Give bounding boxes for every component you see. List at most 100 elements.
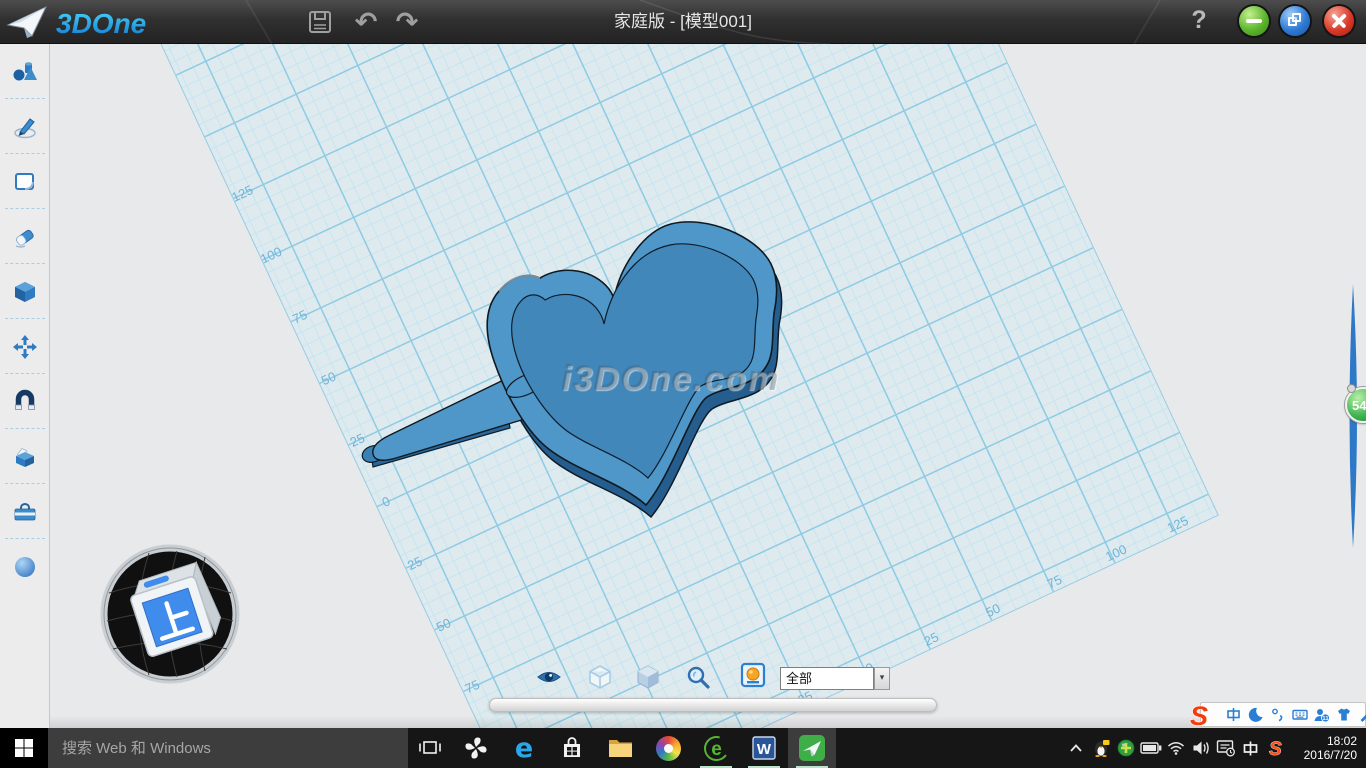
primitives-icon (12, 59, 38, 85)
antivirus-ball-icon (1117, 739, 1135, 757)
notification-icon (1216, 739, 1236, 757)
ime-fullwidth-button[interactable] (1247, 706, 1264, 723)
app-logo: 3DOne (6, 4, 179, 40)
speaker-icon (1192, 740, 1210, 756)
taskbar-search[interactable] (48, 728, 408, 768)
sidebar-tool-sketch[interactable] (0, 99, 50, 154)
restore-button[interactable] (1280, 6, 1310, 36)
taskbar-app-colorful-browser[interactable] (644, 728, 692, 768)
ime-settings-button[interactable] (1357, 706, 1366, 723)
messenger-penguin-icon (1092, 739, 1110, 757)
axis-label: 75 (280, 302, 319, 331)
sidebar-tool-feature[interactable] (0, 264, 50, 319)
task-view-icon (418, 738, 442, 758)
tray-notifications[interactable] (1213, 728, 1238, 768)
axis-label: 125 (223, 179, 262, 208)
tray-battery[interactable] (1138, 728, 1163, 768)
axis-label: 50 (973, 596, 1012, 625)
tool-sidebar (0, 44, 50, 728)
toolbox-icon (12, 499, 38, 525)
sidebar-tool-surface[interactable] (0, 154, 50, 209)
ime-keyboard-button[interactable] (1291, 706, 1308, 723)
view-cube[interactable] (99, 543, 241, 685)
bottom-grip-bar[interactable] (489, 698, 937, 712)
sidebar-tool-primitives[interactable] (0, 44, 50, 99)
save-button[interactable] (303, 7, 337, 37)
taskbar-app-explorer[interactable] (596, 728, 644, 768)
wireframe-display-icon[interactable] (587, 664, 613, 690)
help-button[interactable]: ? (1184, 6, 1214, 38)
tray-sogou[interactable]: S (1263, 728, 1288, 768)
paper-plane-icon (6, 4, 48, 40)
sogou-logo-icon[interactable]: S (1187, 700, 1217, 730)
visibility-eye-icon[interactable] (536, 666, 562, 688)
ime-skin-button[interactable] (1335, 706, 1352, 723)
colorful-ball-icon (656, 736, 681, 761)
svg-text:S: S (1190, 701, 1208, 730)
save-floppy-icon (307, 9, 333, 35)
axis-label: 75 (1035, 567, 1074, 596)
tray-volume[interactable] (1188, 728, 1213, 768)
wifi-icon (1167, 741, 1185, 755)
axis-label: 125 (1158, 510, 1197, 539)
sidebar-tool-assembly[interactable] (0, 374, 50, 429)
ime-punctuation-button[interactable] (1269, 706, 1286, 723)
sidebar-tool-tools[interactable] (0, 484, 50, 539)
title-bar: 3DOne ↶ ↷ 家庭版 - [模型001] ? (0, 0, 1366, 44)
sidebar-tool-combine[interactable] (0, 429, 50, 484)
filter-dropdown[interactable]: 全部 (780, 667, 874, 690)
taskbar-app-green-browser[interactable]: e (692, 728, 740, 768)
store-bag-icon (559, 735, 585, 761)
redo-icon: ↷ (396, 9, 419, 36)
sidebar-tool-special-edit[interactable] (0, 209, 50, 264)
redo-button[interactable]: ↷ (390, 7, 424, 37)
windows-taskbar: e e (0, 728, 1366, 768)
render-filter-icon[interactable] (740, 662, 766, 688)
chevron-up-icon (1069, 743, 1083, 753)
taskbar-app-word[interactable]: W (740, 728, 788, 768)
axis-label: 50 (309, 364, 348, 393)
taskbar-app-3done[interactable] (788, 728, 836, 768)
taskbar-clock[interactable]: 18:02 2016/7/20 (1288, 728, 1366, 768)
axis-label: 75 (453, 672, 492, 701)
filter-dropdown-value: 全部 (786, 671, 812, 686)
svg-text:W: W (757, 741, 772, 758)
cube-icon (12, 279, 38, 305)
sidebar-tool-render[interactable] (0, 539, 50, 594)
filter-dropdown-arrow[interactable]: ▾ (874, 667, 890, 690)
tray-wifi[interactable] (1163, 728, 1188, 768)
axis-label: 100 (1097, 538, 1136, 567)
community-badge-value: 54 (1352, 398, 1366, 413)
sidebar-tool-move[interactable] (0, 319, 50, 374)
axis-label: 25 (912, 625, 951, 654)
taskbar-app-edge[interactable]: e (500, 728, 548, 768)
close-button[interactable] (1324, 6, 1354, 36)
sogou-tray-icon: S (1266, 738, 1286, 758)
undo-button[interactable]: ↶ (349, 7, 383, 37)
move-arrows-icon (12, 334, 38, 360)
zoom-view-icon[interactable] (685, 665, 711, 691)
tray-antivirus[interactable] (1113, 728, 1138, 768)
punctuation-icon (1270, 707, 1285, 722)
search-input[interactable] (48, 739, 408, 758)
axis-label: 100 (252, 241, 291, 270)
file-explorer-icon (607, 736, 634, 760)
ime-chinese-mode-button[interactable]: 中 (1225, 706, 1242, 723)
magnet-icon (12, 389, 38, 415)
task-view-button[interactable] (408, 728, 452, 768)
svg-text:S: S (1269, 739, 1282, 758)
tray-messenger[interactable] (1088, 728, 1113, 768)
shaded-display-icon[interactable] (635, 664, 661, 690)
taskbar-app-store[interactable] (548, 728, 596, 768)
window-title: 家庭版 - [模型001] (614, 0, 752, 44)
chinese-mode-icon (1226, 707, 1241, 722)
user-icon: 11 (1313, 707, 1330, 723)
tray-show-hidden[interactable] (1063, 728, 1088, 768)
tray-ime-mode[interactable]: 中 (1238, 728, 1263, 768)
start-button[interactable] (0, 728, 48, 768)
minimize-button[interactable] (1239, 6, 1269, 36)
pinwheel-icon (463, 735, 489, 761)
ime-account-button[interactable]: 11 (1313, 706, 1330, 723)
taskbar-app-pinwheel[interactable] (452, 728, 500, 768)
word-icon: W (751, 735, 777, 761)
